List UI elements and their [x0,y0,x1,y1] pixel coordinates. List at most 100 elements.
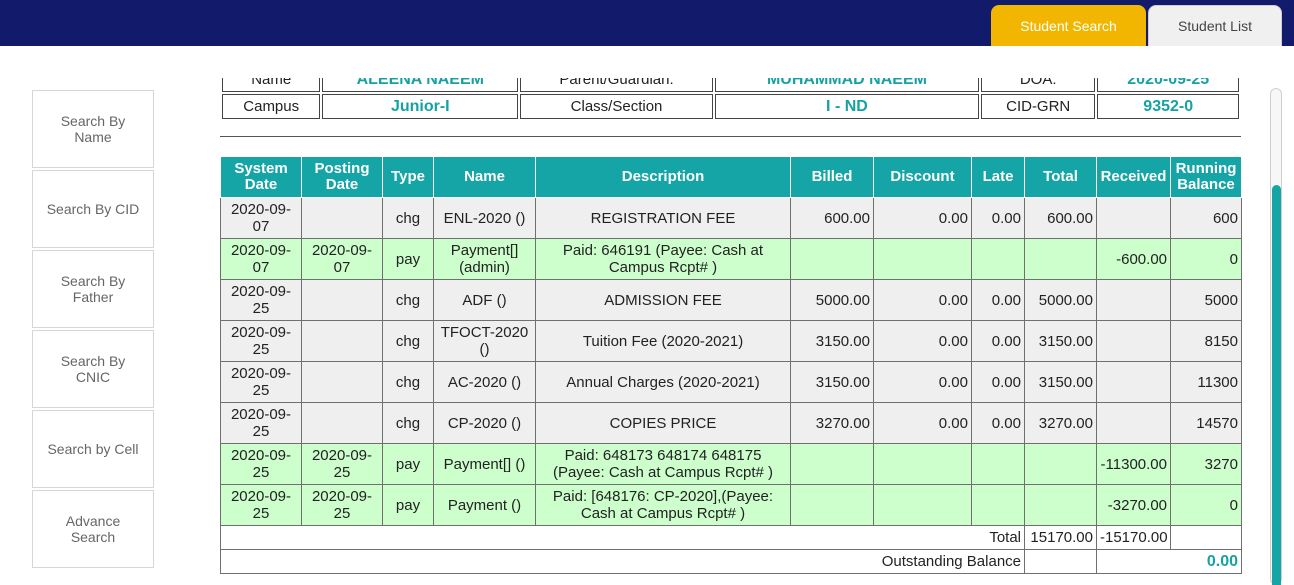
billed-cell: 3270.00 [790,402,874,444]
received-cell: -11300.00 [1096,443,1171,485]
student-info-row: Name ALEENA NAEEM Parent/Guardian: MUHAM… [222,78,1239,92]
billed-cell: 600.00 [790,197,874,239]
late-cell [971,443,1025,485]
description-cell: REGISTRATION FEE [535,197,791,239]
col-header-type: Type [382,156,434,198]
late-cell: 0.00 [971,402,1025,444]
table-row: 2020-09-25 chg TFOCT-2020 () Tuition Fee (2… [220,320,1242,362]
discount-cell: 0.00 [873,279,972,321]
running-balance-cell: 3270 [1170,443,1242,485]
campus-value: Junior-I [322,94,519,119]
system-date-cell: 2020-09-25 [220,279,302,321]
running-balance-cell: 11300 [1170,361,1242,403]
col-header-received: Received [1096,156,1171,198]
search-by-father-button[interactable]: Search By Father [32,250,154,328]
discount-cell [873,443,972,485]
total-cell: 3150.00 [1024,361,1097,403]
description-cell: ADMISSION FEE [535,279,791,321]
type-cell: pay [382,238,434,280]
ledger-total-row: Total 15170.00 -15170.00 [220,525,1242,550]
posting-date-cell: 2020-09-25 [301,443,383,485]
total-received-value: -15170.00 [1096,525,1171,550]
table-row: 2020-09-25 chg CP-2020 () COPIES PRICE 3270.… [220,402,1242,444]
name-label: Name [222,78,321,92]
name-cell: ENL-2020 () [433,197,536,239]
total-cell [1024,443,1097,485]
tab-student-search[interactable]: Student Search [991,5,1146,46]
system-date-cell: 2020-09-25 [220,320,302,362]
cid-grn-value: 9352-0 [1097,94,1239,119]
advance-search-button[interactable]: Advance Search [32,490,154,568]
discount-cell [873,238,972,280]
billed-cell: 5000.00 [790,279,874,321]
tab-student-list[interactable]: Student List [1148,5,1282,46]
class-section-value: I - ND [714,94,979,119]
discount-cell: 0.00 [873,361,972,403]
total-cell [1024,238,1097,280]
col-header-name: Name [433,156,536,198]
late-cell: 0.00 [971,361,1025,403]
cid-grn-label: CID-GRN [980,94,1096,119]
name-cell: Payment[] () [433,443,536,485]
name-cell: Payment () [433,484,536,526]
system-date-cell: 2020-09-25 [220,443,302,485]
col-header-running-balance: Running Balance [1170,156,1242,198]
ledger-outstanding-row: Outstanding Balance 0.00 [220,549,1242,574]
billed-cell: 3150.00 [790,361,874,403]
col-header-billed: Billed [790,156,874,198]
system-date-cell: 2020-09-25 [220,484,302,526]
late-cell [971,238,1025,280]
billed-cell: 3150.00 [790,320,874,362]
search-sidebar: Search By Name Search By CID Search By F… [32,90,154,570]
search-by-cid-button[interactable]: Search By CID [32,170,154,248]
posting-date-cell [301,320,383,362]
received-cell [1096,361,1171,403]
posting-date-cell [301,361,383,403]
outstanding-empty-cell [1024,549,1097,574]
system-date-cell: 2020-09-07 [220,238,302,280]
received-cell [1096,320,1171,362]
student-info-table: Name ALEENA NAEEM Parent/Guardian: MUHAM… [220,78,1241,121]
total-label: Total [220,525,1025,550]
name-value: ALEENA NAEEM [322,78,519,92]
col-header-description: Description [535,156,791,198]
outstanding-balance-value: 0.00 [1096,549,1242,574]
system-date-cell: 2020-09-07 [220,197,302,239]
posting-date-cell [301,279,383,321]
running-balance-cell: 8150 [1170,320,1242,362]
scrollbar-thumb[interactable] [1272,185,1281,585]
col-header-total: Total [1024,156,1097,198]
late-cell [971,484,1025,526]
total-cell [1024,484,1097,526]
running-balance-cell: 5000 [1170,279,1242,321]
ledger-body: 2020-09-07 chg ENL-2020 () REGISTRATION FEE… [220,197,1242,574]
search-by-cell-button[interactable]: Search by Cell [32,410,154,488]
name-cell: Payment[] (admin) [433,238,536,280]
table-row: 2020-09-25 2020-09-25 pay Payment[] () Paid:… [220,443,1242,485]
type-cell: pay [382,484,434,526]
vertical-scrollbar[interactable] [1270,88,1282,585]
student-info-row: Campus Junior-I Class/Section I - ND CID… [222,94,1239,119]
search-by-name-button[interactable]: Search By Name [32,90,154,168]
top-navbar: Student Search Student List [0,0,1294,46]
total-billed-value: 15170.00 [1024,525,1097,550]
running-balance-cell: 0 [1170,484,1242,526]
billed-cell [790,238,874,280]
total-cell: 3270.00 [1024,402,1097,444]
discount-cell [873,484,972,526]
name-cell: CP-2020 () [433,402,536,444]
type-cell: chg [382,320,434,362]
outstanding-balance-label: Outstanding Balance [220,549,1025,574]
posting-date-cell: 2020-09-07 [301,238,383,280]
col-header-system-date: System Date [220,156,302,198]
description-cell: Paid: [648176: CP-2020],(Payee: Cash at … [535,484,791,526]
search-by-cnic-button[interactable]: Search By CNIC [32,330,154,408]
table-row: 2020-09-25 chg AC-2020 () Annual Charges (2… [220,361,1242,403]
class-section-label: Class/Section [520,94,713,119]
system-date-cell: 2020-09-25 [220,361,302,403]
running-balance-cell: 600 [1170,197,1242,239]
received-cell: -600.00 [1096,238,1171,280]
description-cell: Paid: 648173 648174 648175 (Payee: Cash … [535,443,791,485]
billed-cell [790,443,874,485]
table-row: 2020-09-07 2020-09-07 pay Payment[] (admin)… [220,238,1242,280]
